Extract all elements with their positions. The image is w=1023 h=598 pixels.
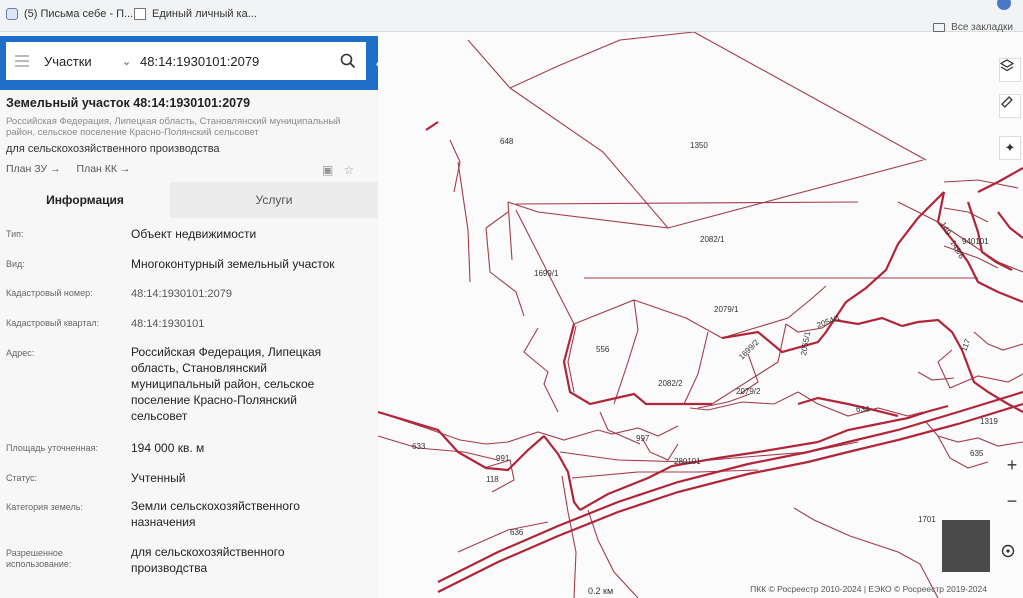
bookmarks-bar: (5) Письма себе - П... Единый личный ка.… [0,0,1023,33]
parcel-label[interactable]: 635 [970,449,984,458]
parcel-label[interactable]: 556 [596,345,610,354]
info-value: Многоконтурный земельный участок [131,257,335,271]
locate-button[interactable] [1001,544,1023,566]
page-icon [134,8,146,20]
mail-icon [6,8,18,20]
tab-information[interactable]: Информация [0,182,170,218]
info-panel: Участки ⌄ 48:14:1930101:2079 ‹ Земельный… [0,32,388,598]
plan-links: План ЗУ → План КК → [6,163,130,175]
parcel-label[interactable]: 997 [636,434,650,443]
parcel-label[interactable]: 1699/1 [534,269,559,278]
parcel-label[interactable]: 633 [412,442,426,451]
info-value: 194 000 кв. м [131,441,205,455]
parcel-label[interactable]: 118 [486,475,499,484]
bookmark-label: Единый личный ка... [152,8,257,20]
parcel-label[interactable]: 280101 [674,457,701,466]
parcel-label[interactable]: 2079/1 [714,305,739,314]
basemap-thumbnail[interactable] [942,520,990,572]
info-label: Вид: [6,259,25,269]
bookmark-gosuslugi[interactable]: Единый личный ка... [134,8,257,20]
plan-kk-link[interactable]: План КК → [77,163,131,175]
info-label: Адрес: [6,348,35,358]
info-label: Кадастровый квартал: [6,318,100,328]
zoom-in-button[interactable]: + [1001,454,1023,476]
map-canvas[interactable]: 648 1350 2082/1 1699/1 2079/1 556 1699/2… [378,32,1023,598]
info-value[interactable]: 48:14:1930101:2079 [131,286,366,302]
parcel-label[interactable]: 1350 [690,141,708,150]
search-icon [340,53,356,69]
info-label: Тип: [6,229,24,239]
parcel-label[interactable]: 2079/2 [736,387,761,396]
parcel-label[interactable]: 1319 [980,417,998,426]
search-button[interactable] [330,53,366,69]
image-search-icon[interactable]: ▣ [322,163,333,177]
search-bar: Участки ⌄ 48:14:1930101:2079 [0,36,388,90]
info-value: для сельскохозяйственного производства [131,545,285,575]
locate-icon [1001,544,1015,558]
pin-button[interactable]: ✦ [999,136,1021,160]
search-box: Участки ⌄ 48:14:1930101:2079 [6,42,366,80]
info-value: Земли сельскохозяйственного назначения [131,499,300,529]
parcel-label[interactable]: 634 [856,405,870,414]
bookmark-label: (5) Письма себе - П... [24,8,134,20]
folder-icon [933,23,946,32]
layers-button[interactable] [999,58,1021,82]
bookmark-letters[interactable]: (5) Письма себе - П... [6,8,133,20]
cadastral-map[interactable]: 648 1350 2082/1 1699/1 2079/1 556 1699/2… [378,32,1023,598]
info-label: Категория земель: [6,502,83,512]
info-value: Российская Федерация, Липецкая область, … [131,345,322,423]
info-value[interactable]: 48:14:1930101 [131,316,366,332]
layers-icon [1000,59,1014,72]
card-actions: ▣ ☆ [322,163,354,177]
parcel-label[interactable]: 940101 [962,237,989,246]
parcel-label[interactable]: 1701 [918,515,936,524]
crosshair-icon: ✦ [1004,140,1016,155]
info-label: Статус: [6,473,37,483]
tab-services[interactable]: Услуги [170,182,378,218]
parcel-region: Российская Федерация, Липецкая область, … [6,116,341,138]
parcel-label[interactable]: 648 [500,137,514,146]
zoom-out-button[interactable]: − [1001,490,1023,512]
map-scale: 0.2 км [588,586,614,596]
info-value: Объект недвижимости [131,227,257,241]
info-label: Разрешенное использование: [6,548,72,569]
parcel-title: Земельный участок 48:14:1930101:2079 [6,96,251,110]
info-label: Площадь уточненная: [6,443,98,453]
info-label: Кадастровый номер: [6,288,93,298]
star-icon[interactable]: ☆ [343,163,354,177]
search-input[interactable]: 48:14:1930101:2079 [140,54,330,69]
tab-bar: Информация Услуги [0,182,378,218]
menu-icon[interactable] [6,42,38,80]
parcel-purpose: для сельскохозяйственного производства [6,143,220,155]
parcel-label[interactable]: 2082/2 [658,379,683,388]
plan-zu-link[interactable]: План ЗУ → [6,163,61,175]
parcel-label[interactable]: 117 [959,337,972,353]
search-type-select[interactable]: Участки [38,54,122,69]
parcel-label[interactable]: 2082/1 [700,235,725,244]
parcel-label[interactable]: 149 [938,221,953,238]
parcel-label[interactable]: 636 [510,528,524,537]
chevron-down-icon[interactable]: ⌄ [122,55,140,68]
parcel-label[interactable]: 991 [496,454,510,463]
ruler-button[interactable] [999,94,1021,118]
info-value: Учтенный [131,471,186,485]
map-copyright: ПКК © Росреестр 2010-2024 | ЕЭКО © Росре… [750,584,987,594]
profile-avatar[interactable] [997,0,1011,10]
ruler-icon [1001,96,1013,108]
